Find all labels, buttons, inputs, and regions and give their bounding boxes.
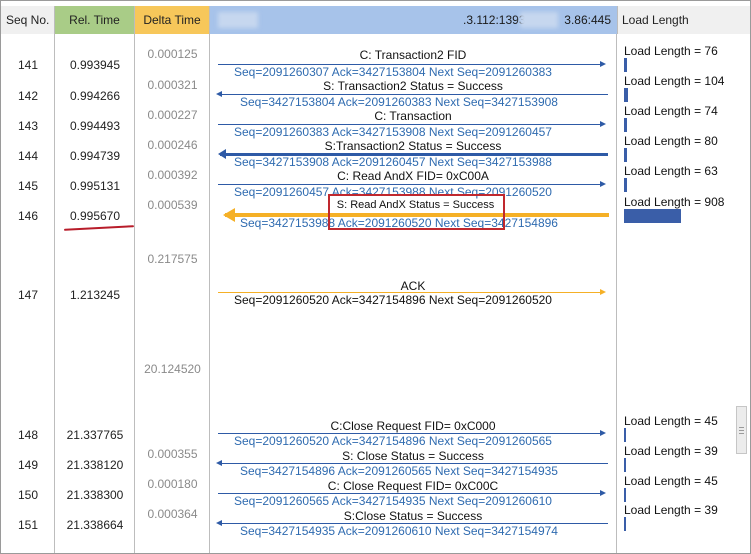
redacted-ip-right [520,12,558,28]
rel-time: 0.995670 [69,209,121,223]
host-left: .3.112:1393 [463,13,526,27]
packet-label: C: Transaction2 FID [359,48,467,62]
delta-time: 0.000246 [147,138,198,152]
rel-time: 0.994739 [69,149,121,163]
rel-time: 21.338664 [66,518,124,532]
packet-detail: Seq=2091260520 Ack=3427154896 Next Seq=2… [234,293,552,307]
packet-detail: Seq=3427154935 Ack=2091260610 Next Seq=3… [240,524,558,538]
delta-time: 0.000227 [147,108,198,122]
seq-number: 146 [17,209,39,223]
packet-label: C: Read AndX FID= 0xC00A [337,169,489,183]
load-length-label: Load Length = 39 [624,503,718,517]
seq-number: 143 [17,119,39,133]
seq-number: 141 [17,58,39,72]
red-highlight-box [328,194,505,230]
column-divider [616,34,617,553]
red-underline-annotation [63,225,135,231]
load-length-bar [624,488,626,502]
col-header-delta-time[interactable]: Delta Time [135,6,210,34]
delta-time: 20.124520 [144,362,201,376]
col-header-rel-time[interactable]: Rel. Time [55,6,135,34]
load-length-label: Load Length = 45 [624,414,718,428]
seq-number: 145 [17,179,39,193]
packet-detail: Seq=2091260565 Ack=3427154935 Next Seq=2… [234,494,552,508]
col-header-hosts[interactable]: .3.112:1393 3.86:445 [210,6,617,34]
host-right: 3.86:445 [564,13,611,27]
load-length-bar [624,178,627,192]
delta-time: 0.000364 [147,507,198,521]
load-length-label: Load Length = 80 [624,134,718,148]
rel-time: 0.995131 [69,179,121,193]
packet-label: C: Close Request FID= 0xC00C [327,479,499,493]
delta-time: 0.000539 [147,198,198,212]
seq-number: 151 [17,518,39,532]
packet-label: S:Close Status = Success [343,509,483,523]
load-length-bar [624,58,627,72]
packet-detail: Seq=3427154896 Ack=2091260565 Next Seq=3… [240,464,558,478]
rel-time: 21.337765 [66,428,124,442]
packet-label: S:Transaction2 Status = Success [324,139,502,153]
packet-label: C:Close Request FID= 0xC000 [330,419,496,433]
rel-time: 0.994493 [69,119,121,133]
col-header-load-length[interactable]: Load Length [617,6,750,34]
seq-number: 144 [17,149,39,163]
load-length-bar [624,209,681,223]
load-length-label: Load Length = 63 [624,164,718,178]
packet-detail: Seq=3427153804 Ack=2091260383 Next Seq=3… [240,95,558,109]
load-length-bar [624,428,626,442]
delta-time: 0.000321 [147,78,198,92]
grip-line [739,433,744,434]
load-length-label: Load Length = 74 [624,104,718,118]
delta-time: 0.000355 [147,447,198,461]
packet-label: S: Close Status = Success [342,449,484,463]
load-length-label: Load Length = 39 [624,444,718,458]
load-length-bar [624,118,627,132]
rel-time: 1.213245 [69,288,121,302]
load-length-label: Load Length = 45 [624,474,718,488]
seq-number: 147 [17,288,39,302]
load-length-bar [624,88,628,102]
seq-number: 148 [17,428,39,442]
load-length-label: Load Length = 908 [624,195,725,209]
delta-time: 0.217575 [147,252,198,266]
load-length-label: Load Length = 76 [624,44,718,58]
packet-detail: Seq=2091260307 Ack=3427153804 Next Seq=2… [234,65,552,79]
packet-detail: Seq=3427153908 Ack=2091260457 Next Seq=3… [234,155,552,169]
seq-number: 150 [17,488,39,502]
rel-time: 21.338120 [66,458,124,472]
packet-detail: Seq=2091260383 Ack=3427153908 Next Seq=2… [234,125,552,139]
delta-time: 0.000125 [147,47,198,61]
load-length-bar [624,458,626,472]
load-length-bar [624,148,627,162]
grip-line [739,430,744,431]
col-header-seq[interactable]: Seq No. [1,6,55,34]
delta-time: 0.000180 [147,477,198,491]
packet-label: C: Transaction [374,109,452,123]
grip-line [739,427,744,428]
rel-time: 0.994266 [69,89,121,103]
scrollbar-thumb[interactable] [736,406,747,454]
packet-label: ACK [400,279,426,293]
redacted-ip-left [218,12,258,28]
load-length-label: Load Length = 104 [624,74,725,88]
seq-number: 149 [17,458,39,472]
delta-time: 0.000392 [147,168,198,182]
packet-flow-view: Seq No. Rel. Time Delta Time .3.112:1393… [0,0,751,554]
rel-time: 0.993945 [69,58,121,72]
seq-number: 142 [17,89,39,103]
packet-detail: Seq=2091260520 Ack=3427154896 Next Seq=2… [234,434,552,448]
packet-label: S: Transaction2 Status = Success [323,79,503,93]
load-length-bar [624,517,626,531]
rel-time: 21.338300 [66,488,124,502]
